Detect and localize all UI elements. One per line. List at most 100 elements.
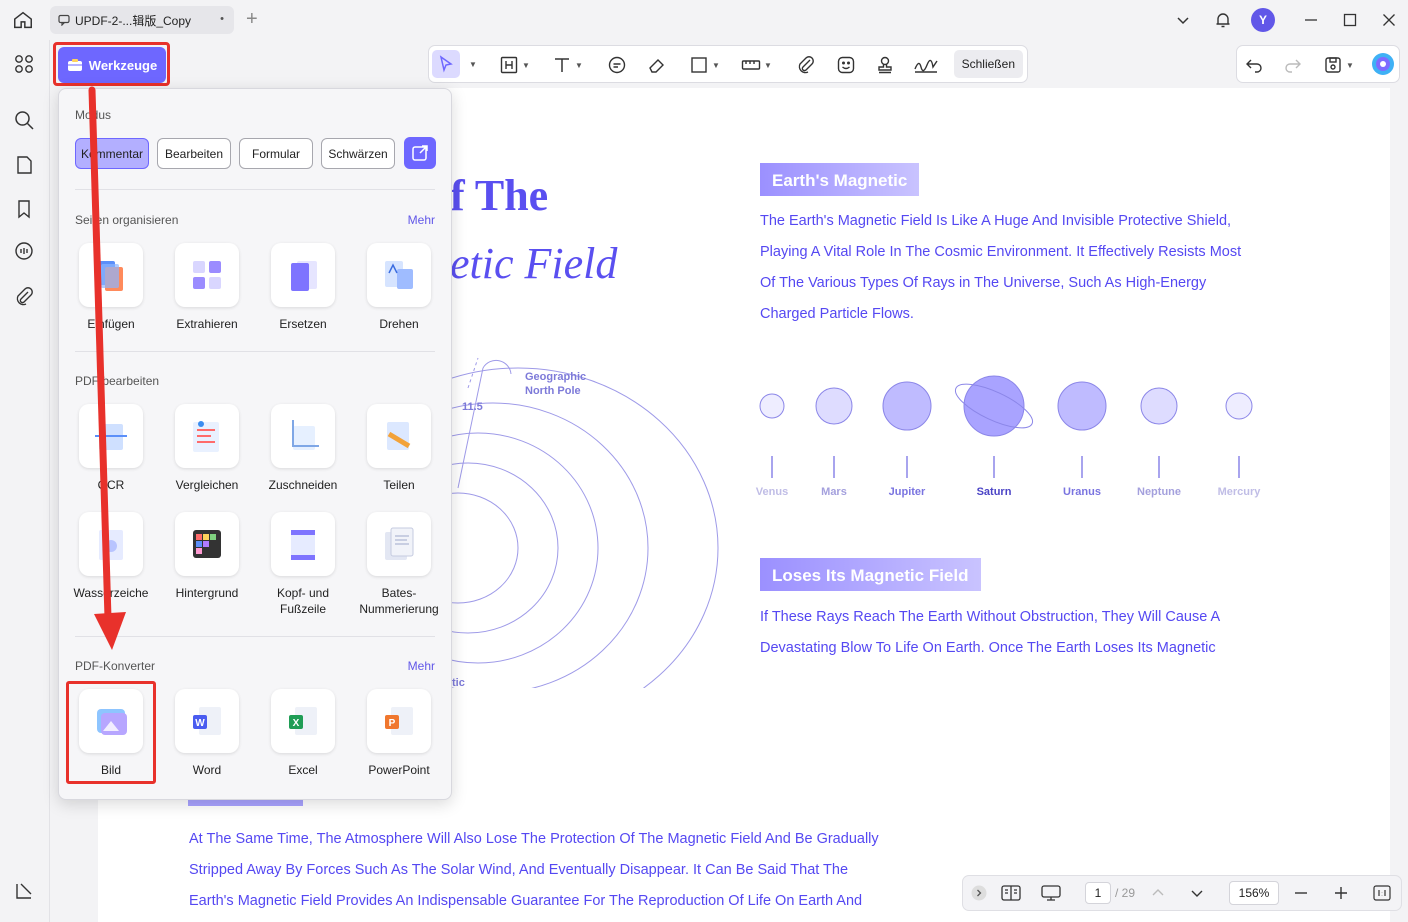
- replace-pages-icon: [291, 261, 317, 291]
- search-icon[interactable]: [13, 109, 35, 131]
- comment-icon: [608, 56, 626, 74]
- excel-convert-icon: X: [289, 707, 317, 735]
- collapse-arrow-icon[interactable]: [971, 885, 987, 901]
- attach-tool[interactable]: [796, 53, 816, 77]
- tab-close-icon[interactable]: •: [220, 13, 224, 25]
- apps-grid-icon[interactable]: [13, 53, 35, 75]
- zoom-level-input[interactable]: 156%: [1229, 881, 1279, 905]
- organize-title: Seiten organisieren: [75, 213, 179, 227]
- eraser-tool[interactable]: [647, 53, 667, 77]
- text-box-tool[interactable]: ▼: [499, 53, 530, 77]
- chevron-down-icon[interactable]: ▼: [469, 60, 477, 69]
- tool-drehen[interactable]: Drehen: [355, 243, 443, 332]
- mode-schwaerzen-button[interactable]: Schwärzen: [321, 138, 395, 169]
- close-window-icon[interactable]: [1378, 8, 1400, 32]
- converter-more-link[interactable]: Mehr: [408, 659, 435, 673]
- tool-label: Extrahieren: [176, 317, 238, 331]
- planets-illustration: Venus Mars Jupiter Saturn Uranus Neptune…: [748, 368, 1288, 508]
- sticker-icon: [837, 56, 855, 74]
- page-navigation-bar: 1 / 29 156%: [962, 875, 1402, 911]
- tool-hintergrund[interactable]: Hintergrund: [163, 512, 251, 601]
- zoom-in-icon[interactable]: [1334, 886, 1348, 900]
- two-page-view-icon[interactable]: [1001, 884, 1021, 902]
- magnetic-field-diagram: [438, 357, 719, 688]
- paragraph-loses-field: If These Rays Reach The Earth Without Ob…: [760, 602, 1320, 664]
- user-avatar[interactable]: Y: [1251, 8, 1275, 32]
- tool-label: Wasserzeiche: [73, 586, 149, 600]
- tool-word[interactable]: W Word: [163, 689, 251, 778]
- history-toolbar: ▼: [1236, 45, 1400, 83]
- mode-kommentar-button[interactable]: Kommentar: [75, 138, 149, 169]
- organize-more-link[interactable]: Mehr: [408, 213, 435, 227]
- save-button[interactable]: ▼: [1323, 53, 1354, 77]
- attachment-icon[interactable]: [13, 286, 35, 308]
- pages-icon[interactable]: [13, 154, 35, 176]
- tool-teilen[interactable]: Teilen: [355, 404, 443, 493]
- tool-powerpoint[interactable]: P PowerPoint: [355, 689, 443, 778]
- highlight-frame-bild: [66, 681, 156, 784]
- mode-bearbeiten-button[interactable]: Bearbeiten: [157, 138, 231, 169]
- sticker-tool[interactable]: [836, 53, 856, 77]
- tool-label: Ersetzen: [279, 317, 327, 331]
- angle-label: 11.5: [462, 401, 483, 413]
- ai-assistant-button[interactable]: [1371, 52, 1395, 76]
- minimize-icon[interactable]: [1300, 8, 1322, 32]
- select-tool[interactable]: [432, 50, 460, 78]
- save-icon: [1325, 57, 1341, 73]
- document-tab[interactable]: UPDF-2-...辑版_Copy •: [50, 6, 234, 34]
- tool-kopf-fusszeile[interactable]: Kopf- und Fußzeile: [259, 512, 347, 617]
- tool-ersetzen[interactable]: Ersetzen: [259, 243, 347, 332]
- divider: [75, 189, 435, 190]
- comments-panel-icon[interactable]: [13, 241, 35, 263]
- ocr-icon: [95, 424, 127, 450]
- new-tab-button[interactable]: +: [246, 8, 258, 30]
- stamp-tool[interactable]: [875, 53, 895, 77]
- undo-button[interactable]: [1245, 53, 1265, 77]
- mode-formular-button[interactable]: Formular: [239, 138, 313, 169]
- section-badge-earths-magnetic: Earth's Magnetic: [760, 163, 920, 196]
- paragraph-line: Playing A Vital Role In The Cosmic Envir…: [760, 244, 1242, 260]
- maximize-icon[interactable]: [1339, 8, 1361, 32]
- tool-excel[interactable]: X Excel: [259, 689, 347, 778]
- shape-tool[interactable]: ▼: [689, 53, 720, 77]
- presentation-icon[interactable]: [1041, 884, 1061, 902]
- paragraph-line: Charged Particle Flows.: [760, 306, 914, 322]
- text-tool[interactable]: ▼: [552, 53, 583, 77]
- redo-button[interactable]: [1282, 53, 1302, 77]
- actual-size-icon[interactable]: [1373, 885, 1391, 901]
- comment-tool[interactable]: [607, 53, 627, 77]
- home-icon[interactable]: [12, 9, 34, 31]
- tool-einfuegen[interactable]: Einfügen: [67, 243, 155, 332]
- previous-page-icon[interactable]: [1151, 886, 1165, 900]
- tool-bates-nummerierung[interactable]: Bates-Nummerierung: [355, 512, 443, 617]
- close-tools-button[interactable]: Schließen: [953, 50, 1023, 78]
- tool-label: Vergleichen: [175, 478, 239, 492]
- tool-vergleichen[interactable]: Vergleichen: [163, 404, 251, 493]
- paragraph-line: Devastating Blow To Life On Earth. Once …: [760, 640, 1216, 656]
- open-external-button[interactable]: [404, 137, 436, 169]
- tool-zuschneiden[interactable]: Zuschneiden: [259, 404, 347, 493]
- doc-heading-line1: f The: [450, 171, 549, 220]
- tool-label: Hintergrund: [175, 586, 239, 600]
- powerpoint-convert-icon: P: [385, 707, 413, 735]
- signature-tool[interactable]: [913, 53, 939, 77]
- chevron-down-icon[interactable]: [1172, 8, 1194, 32]
- edit-title: PDF bearbeiten: [75, 374, 160, 388]
- tool-extrahieren[interactable]: Extrahieren: [163, 243, 251, 332]
- svg-text:W: W: [195, 718, 205, 729]
- bookmark-icon[interactable]: [13, 198, 35, 220]
- page-number-input[interactable]: 1: [1085, 882, 1111, 904]
- tool-wasserzeichen[interactable]: Wasserzeiche: [67, 512, 155, 601]
- svg-text:X: X: [293, 718, 300, 729]
- next-page-icon[interactable]: [1190, 886, 1204, 900]
- bell-icon[interactable]: [1212, 8, 1234, 32]
- undo-icon: [1246, 59, 1262, 73]
- tool-label: Word: [192, 763, 222, 777]
- layers-icon[interactable]: [13, 880, 35, 902]
- eraser-icon: [649, 59, 664, 73]
- tool-ocr[interactable]: OCR: [67, 404, 155, 493]
- crop-icon: [292, 420, 319, 450]
- zoom-out-icon[interactable]: [1294, 886, 1308, 900]
- tool-label: Bates-Nummerierung: [359, 586, 439, 616]
- stamp-bar-tool[interactable]: ▼: [741, 53, 772, 77]
